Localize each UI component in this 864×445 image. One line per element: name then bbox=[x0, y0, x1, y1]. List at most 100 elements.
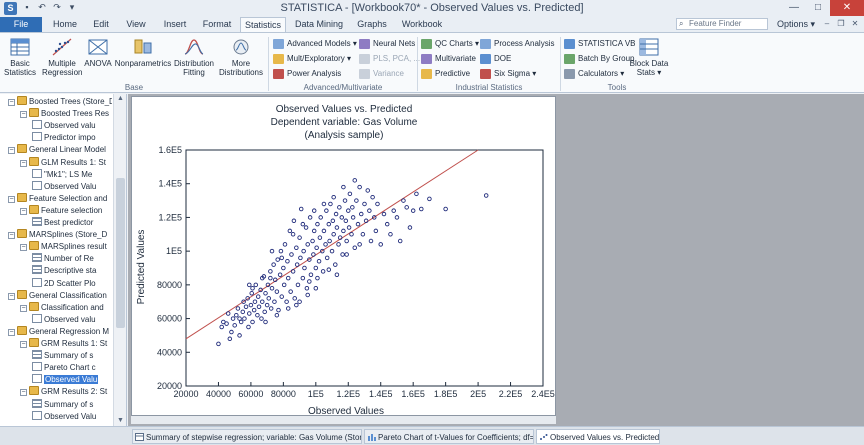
tab-data-mining[interactable]: Data Mining bbox=[290, 17, 348, 32]
distribution-fitting-button[interactable]: Distribution Fitting bbox=[172, 37, 216, 81]
collapse-icon[interactable]: − bbox=[20, 304, 27, 312]
tree-item-analysis[interactable]: − General Classification bbox=[8, 289, 112, 302]
feature-finder-input[interactable]: ⌕ Feature Finder bbox=[676, 18, 768, 30]
basic-statistics-button[interactable]: Basic Statistics bbox=[4, 37, 36, 81]
close-icon[interactable]: ✕ bbox=[830, 0, 864, 16]
tab-graphs[interactable]: Graphs bbox=[352, 17, 392, 32]
tree-item-analysis[interactable]: − MARSplines (Store_D bbox=[8, 229, 112, 241]
tree-item-label: Pareto Chart c bbox=[44, 363, 96, 373]
tree-item-results-folder[interactable]: − Classification and bbox=[20, 301, 112, 314]
nonparametrics-button[interactable]: Nonparametrics bbox=[114, 37, 172, 81]
predictive-button[interactable]: Predictive bbox=[421, 68, 470, 80]
pls-pca-button[interactable]: PLS, PCA, ... bbox=[359, 53, 420, 65]
table-icon bbox=[10, 38, 30, 56]
tree-item-results-folder[interactable]: − MARSplines result bbox=[20, 241, 112, 253]
tree-item-results-folder[interactable]: − GLM Results 1: St bbox=[20, 156, 112, 169]
doe-button[interactable]: DOE bbox=[480, 53, 511, 65]
group-label-industrial: Industrial Statistics bbox=[455, 83, 523, 92]
tree-item-results-folder[interactable]: − Boosted Trees Res bbox=[20, 108, 112, 120]
collapse-icon[interactable]: − bbox=[20, 389, 27, 397]
tree-item-analysis[interactable]: − Feature Selection and bbox=[8, 192, 112, 205]
collapse-icon[interactable]: − bbox=[20, 207, 27, 215]
tree-item-label: Feature selection bbox=[41, 205, 103, 215]
tree-item-results-folder[interactable]: − GRM Results 1: St bbox=[20, 338, 112, 350]
graph-document-icon bbox=[32, 362, 42, 372]
mult-exploratory-icon bbox=[273, 54, 284, 64]
tab-statistics[interactable]: Statistics bbox=[240, 17, 286, 33]
collapse-icon[interactable]: − bbox=[8, 328, 15, 336]
block-data-stats-button[interactable]: Block Data Stats ▾ bbox=[628, 37, 670, 81]
tree-item-result[interactable]: Observed valu bbox=[32, 120, 112, 132]
tree-scrollbar[interactable]: ▲ ▼ bbox=[113, 94, 126, 426]
tree-scroll-thumb[interactable] bbox=[116, 178, 125, 328]
tree-item-result[interactable]: Predictor impo bbox=[32, 132, 112, 144]
tab-file[interactable]: File bbox=[0, 17, 42, 32]
collapse-icon[interactable]: − bbox=[20, 244, 27, 252]
tree-item-result[interactable]: Observed valu bbox=[32, 313, 112, 326]
calculators-button[interactable]: Calculators ▾ bbox=[564, 68, 624, 80]
collapse-icon[interactable]: − bbox=[8, 99, 15, 106]
tree-item-result[interactable]: "Mk1"; LS Me bbox=[32, 168, 112, 181]
tab-edit[interactable]: Edit bbox=[86, 17, 116, 32]
scroll-up-icon[interactable]: ▲ bbox=[114, 94, 127, 104]
collapse-icon[interactable]: − bbox=[20, 341, 27, 348]
mult-exploratory-button[interactable]: Mult/Exploratory ▾ bbox=[273, 53, 351, 65]
collapse-icon[interactable]: − bbox=[8, 232, 15, 240]
tree-item-analysis[interactable]: − General Regression M bbox=[8, 325, 112, 338]
tree-item-analysis[interactable]: − Boosted Trees (Store_D... bbox=[8, 96, 112, 108]
anova-button[interactable]: ANOVA bbox=[84, 37, 112, 81]
multivariate-button[interactable]: Multivariate bbox=[421, 53, 476, 65]
doc-close-icon[interactable]: ✕ bbox=[850, 19, 860, 29]
options-button[interactable]: Options ▾ bbox=[777, 18, 815, 31]
collapse-icon[interactable]: − bbox=[8, 292, 15, 300]
spreadsheet-icon bbox=[32, 265, 42, 275]
tree-item-result[interactable]: Best predictor bbox=[32, 217, 112, 229]
multiple-regression-button[interactable]: Multiple Regression bbox=[42, 37, 82, 81]
doc-tab-pareto[interactable]: Pareto Chart of t-Values for Coefficient… bbox=[364, 429, 534, 444]
doc-minimize-icon[interactable]: – bbox=[822, 19, 832, 29]
process-analysis-button[interactable]: Process Analysis bbox=[480, 38, 554, 50]
tree-item-result[interactable]: Observed Valu bbox=[32, 180, 112, 193]
minimize-icon[interactable]: — bbox=[782, 0, 806, 16]
collapse-icon[interactable]: − bbox=[20, 111, 27, 119]
six-sigma-button[interactable]: Six Sigma ▾ bbox=[480, 68, 536, 80]
graph-window[interactable]: Observed Values vs. Predicted Dependent … bbox=[131, 96, 556, 417]
doc-tab-summary[interactable]: Summary of stepwise regression; variable… bbox=[132, 429, 362, 444]
chart-icon bbox=[368, 434, 376, 441]
neural-nets-button[interactable]: Neural Nets bbox=[359, 38, 415, 50]
batch-by-group-button[interactable]: Batch By Group bbox=[564, 53, 634, 65]
tree-item-result[interactable]: Summary of s bbox=[32, 350, 112, 362]
doc-restore-icon[interactable]: ❐ bbox=[836, 19, 846, 29]
more-distributions-button[interactable]: More Distributions bbox=[218, 37, 264, 81]
power-analysis-button[interactable]: Power Analysis bbox=[273, 68, 341, 80]
variance-button[interactable]: Variance bbox=[359, 68, 404, 80]
six-sigma-icon bbox=[480, 69, 491, 79]
tree-item-results-folder[interactable]: − Feature selection bbox=[20, 204, 112, 217]
collapse-icon[interactable]: − bbox=[8, 147, 15, 155]
tree-item-analysis[interactable]: − General Linear Model bbox=[8, 144, 112, 156]
graph-horizontal-scrollbar[interactable] bbox=[131, 416, 556, 424]
collapse-icon[interactable]: − bbox=[8, 195, 15, 203]
tree-item-result[interactable]: Summary of s bbox=[32, 398, 112, 411]
advanced-models-button[interactable]: Advanced Models ▾ bbox=[273, 38, 357, 50]
tab-insert[interactable]: Insert bbox=[156, 17, 194, 32]
tab-view[interactable]: View bbox=[120, 17, 152, 32]
tree-item-result[interactable]: Pareto Chart c bbox=[32, 362, 112, 374]
tree-item-results-folder[interactable]: − GRM Results 2: St bbox=[20, 386, 112, 398]
tree-item-result[interactable]: Observed Valu bbox=[32, 374, 112, 386]
doc-tab-observed-vs-predicted[interactable]: Observed Values vs. Predicted bbox=[536, 429, 660, 444]
maximize-icon[interactable]: □ bbox=[806, 0, 830, 16]
search-icon: ⌕ bbox=[679, 19, 684, 28]
tab-home[interactable]: Home bbox=[48, 17, 82, 32]
tree-item-result[interactable]: Descriptive sta bbox=[32, 265, 112, 277]
statistica-vb-button[interactable]: STATISTICA VB bbox=[564, 38, 636, 50]
scroll-down-icon[interactable]: ▼ bbox=[114, 416, 127, 426]
tab-workbook[interactable]: Workbook bbox=[396, 17, 448, 32]
x-tick-label: 1.8E5 bbox=[434, 389, 458, 399]
collapse-icon[interactable]: − bbox=[20, 159, 27, 167]
tree-item-result[interactable]: 2D Scatter Plo bbox=[32, 277, 112, 290]
qc-charts-button[interactable]: QC Charts ▾ bbox=[421, 38, 479, 50]
tree-item-result[interactable]: Number of Re bbox=[32, 253, 112, 265]
tab-format[interactable]: Format bbox=[198, 17, 236, 32]
tree-item-result[interactable]: Observed Valu bbox=[32, 410, 112, 423]
